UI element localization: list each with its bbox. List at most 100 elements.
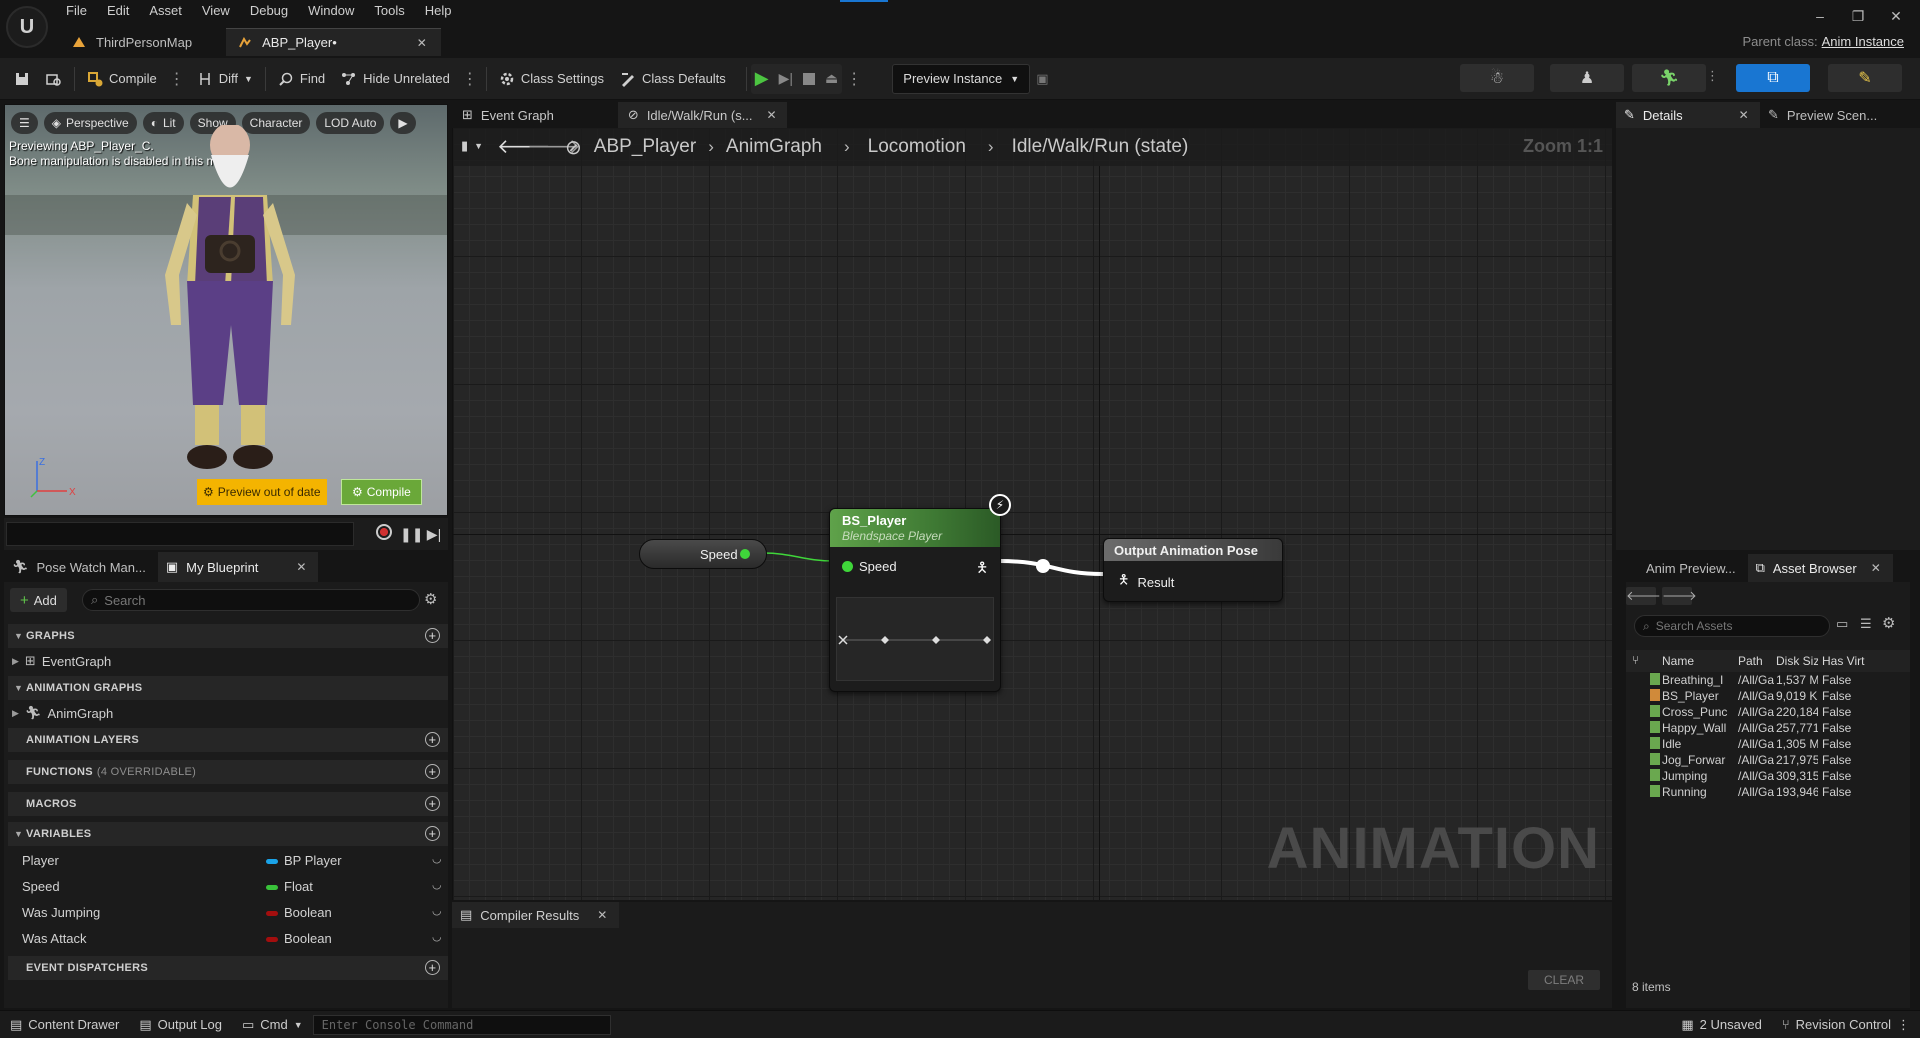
add-layer-icon[interactable]: + [425,732,440,747]
visibility-eye-icon[interactable]: ◡ [432,852,442,865]
add-function-icon[interactable]: + [425,764,440,779]
asset-row[interactable]: Jumping/All/Ga 309,315 False [1626,768,1910,784]
tab-anim-preview[interactable]: Anim Preview... [1616,554,1748,582]
class-settings-button[interactable]: Class Settings [491,64,612,94]
lod-button[interactable]: LOD Auto [316,112,385,134]
close-tab-icon[interactable]: ✕ [1739,108,1749,122]
asset-row[interactable]: Running/All/Ga 193,946 False [1626,784,1910,800]
close-tab-icon[interactable]: ✕ [296,560,306,574]
close-tab-icon[interactable]: ✕ [767,108,777,122]
tab-pose-watch[interactable]: 🏃︎ Pose Watch Man... [4,552,158,582]
preview-instance-dropdown[interactable]: Preview Instance ▼ [892,63,1031,94]
menu-asset[interactable]: Asset [149,0,194,22]
visibility-eye-icon[interactable]: ◡ [432,878,442,891]
tab-idle-walk-run[interactable]: ⊘ Idle/Walk/Run (s... ✕ [617,102,787,128]
input-pin[interactable] [842,561,853,572]
wire-knot[interactable] [1036,559,1050,573]
revision-control-button[interactable]: ⑂ Revision Control ⋮ [1772,1011,1920,1038]
variable-row[interactable]: Player BP Player ◡ [22,848,448,874]
variable-row[interactable]: Was Attack Boolean ◡ [22,926,448,952]
menu-help[interactable]: Help [425,0,464,22]
viewport-compile-button[interactable]: ⚙ Compile [341,479,422,505]
step-forward-icon[interactable]: ▶| [424,524,444,544]
pause-icon[interactable]: ❚❚ [400,524,423,544]
tab-abp-player[interactable]: ABP_Player• ✕ [226,28,441,56]
browse-button[interactable] [38,64,70,94]
animation-mode-button[interactable]: 🏃︎ [1632,64,1706,92]
visibility-eye-icon[interactable]: ◡ [432,904,442,917]
eject-icon[interactable]: ⏏ [825,70,838,87]
graph-canvas[interactable]: ▮ ▼ 🡐 🡒 ⊘ ABP_Player › AnimGraph › Locomo… [452,128,1612,900]
filter-icon[interactable]: ☰ [1860,616,1872,632]
play-options-icon[interactable]: ⋮ [842,69,866,89]
find-button[interactable]: Find [270,64,333,94]
menu-tools[interactable]: Tools [374,0,416,22]
visibility-eye-icon[interactable]: ◡ [432,930,442,943]
hide-unrelated-options-icon[interactable]: ⋮ [458,69,482,89]
tab-thirdpersonmap[interactable]: ThirdPersonMap [60,28,206,56]
section-event-dispatchers[interactable]: EVENT DISPATCHERS + [8,956,448,980]
cmd-dropdown[interactable]: ▭ Cmd ▼ [232,1011,313,1038]
menu-view[interactable]: View [202,0,242,22]
minimize-icon[interactable]: – [1804,4,1836,28]
pose-output-pin-icon[interactable]: 🯅 [976,557,988,581]
unsaved-button[interactable]: ▦ 2 Unsaved [1671,1011,1771,1038]
clear-button[interactable]: CLEAR [1528,970,1600,990]
compile-options-icon[interactable]: ⋮ [165,69,189,89]
mesh-mode-button[interactable]: ♟ [1550,64,1624,92]
folder-icon[interactable]: ▭ [1836,616,1848,632]
column-options-icon[interactable]: ⑂ [1632,653,1639,667]
save-button[interactable] [6,64,38,94]
asset-row[interactable]: Happy_Wall/All/Ga 257,771 False [1626,720,1910,736]
menu-window[interactable]: Window [308,0,366,22]
unreal-logo-icon[interactable]: U [6,6,48,48]
content-drawer-button[interactable]: ▤ Content Drawer [0,1011,129,1038]
close-tab-icon[interactable]: ✕ [597,908,607,922]
pose-input-pin-icon[interactable]: 🯅 [1118,571,1129,593]
tree-item-eventgraph[interactable]: ▶ ⊞ EventGraph [12,650,111,672]
viewport-menu-button[interactable]: ☰ [11,112,38,134]
viewport-play-button[interactable]: ▶ [390,112,416,134]
section-animation-graphs[interactable]: ▼ ANIMATION GRAPHS [8,676,448,700]
variable-row[interactable]: Speed Float ◡ [22,874,448,900]
close-tab-icon[interactable]: ✕ [417,36,427,50]
perspective-button[interactable]: ◈ Perspective [43,112,137,134]
debug-filter-icon[interactable]: ▣ [1036,71,1048,87]
output-pose-node[interactable]: Output Animation Pose 🯅 Result [1103,538,1283,602]
output-log-button[interactable]: ▤ Output Log [129,1011,232,1038]
settings-gear-icon[interactable]: ⚙ [1882,614,1895,632]
section-functions[interactable]: FUNCTIONS (4 OVERRIDABLE) + [8,760,448,784]
add-macro-icon[interactable]: + [425,796,440,811]
column-header[interactable]: Has Virt [1822,654,1868,668]
diff-button[interactable]: Diff ▼ [189,64,261,94]
menu-debug[interactable]: Debug [250,0,300,22]
column-header[interactable]: Path [1738,654,1774,668]
asset-row[interactable]: Breathing_I/All/Ga 1,537 M False [1626,672,1910,688]
step-icon[interactable]: ▶| [779,70,793,87]
tab-event-graph[interactable]: ⊞ Event Graph [452,102,564,128]
physics-mode-button[interactable]: ✎ [1828,64,1902,92]
class-defaults-button[interactable]: Class Defaults [612,64,734,94]
tab-asset-browser[interactable]: ⧉ Asset Browser ✕ [1747,554,1893,582]
tab-compiler-results[interactable]: ▤ Compiler Results ✕ [452,902,620,928]
timeline-scrubber[interactable] [6,522,354,546]
play-icon[interactable]: ▶ [755,68,769,89]
section-variables[interactable]: ▼ VARIABLES + [8,822,448,846]
blueprint-mode-button[interactable]: ⧉ [1736,64,1810,92]
add-variable-icon[interactable]: + [425,826,440,841]
add-button[interactable]: + Add [10,588,67,612]
speed-getter-node[interactable]: Speed [639,539,767,569]
tab-details[interactable]: ✎ Details ✕ [1616,102,1760,128]
output-pin[interactable] [740,549,750,559]
compile-button[interactable]: Compile [79,64,165,94]
close-tab-icon[interactable]: ✕ [1871,561,1881,575]
record-icon[interactable] [374,524,394,544]
console-command-input[interactable]: Enter Console Command [312,1014,611,1035]
menu-file[interactable]: File [66,0,99,22]
close-window-icon[interactable]: ✕ [1880,4,1912,28]
back-arrow-icon[interactable]: 🡐 [1626,587,1661,605]
tree-item-animgraph[interactable]: ▶ 🏃︎ AnimGraph [12,702,113,724]
menu-edit[interactable]: Edit [107,0,141,22]
section-animation-layers[interactable]: ANIMATION LAYERS + [8,728,448,752]
add-graph-icon[interactable]: + [425,628,440,643]
